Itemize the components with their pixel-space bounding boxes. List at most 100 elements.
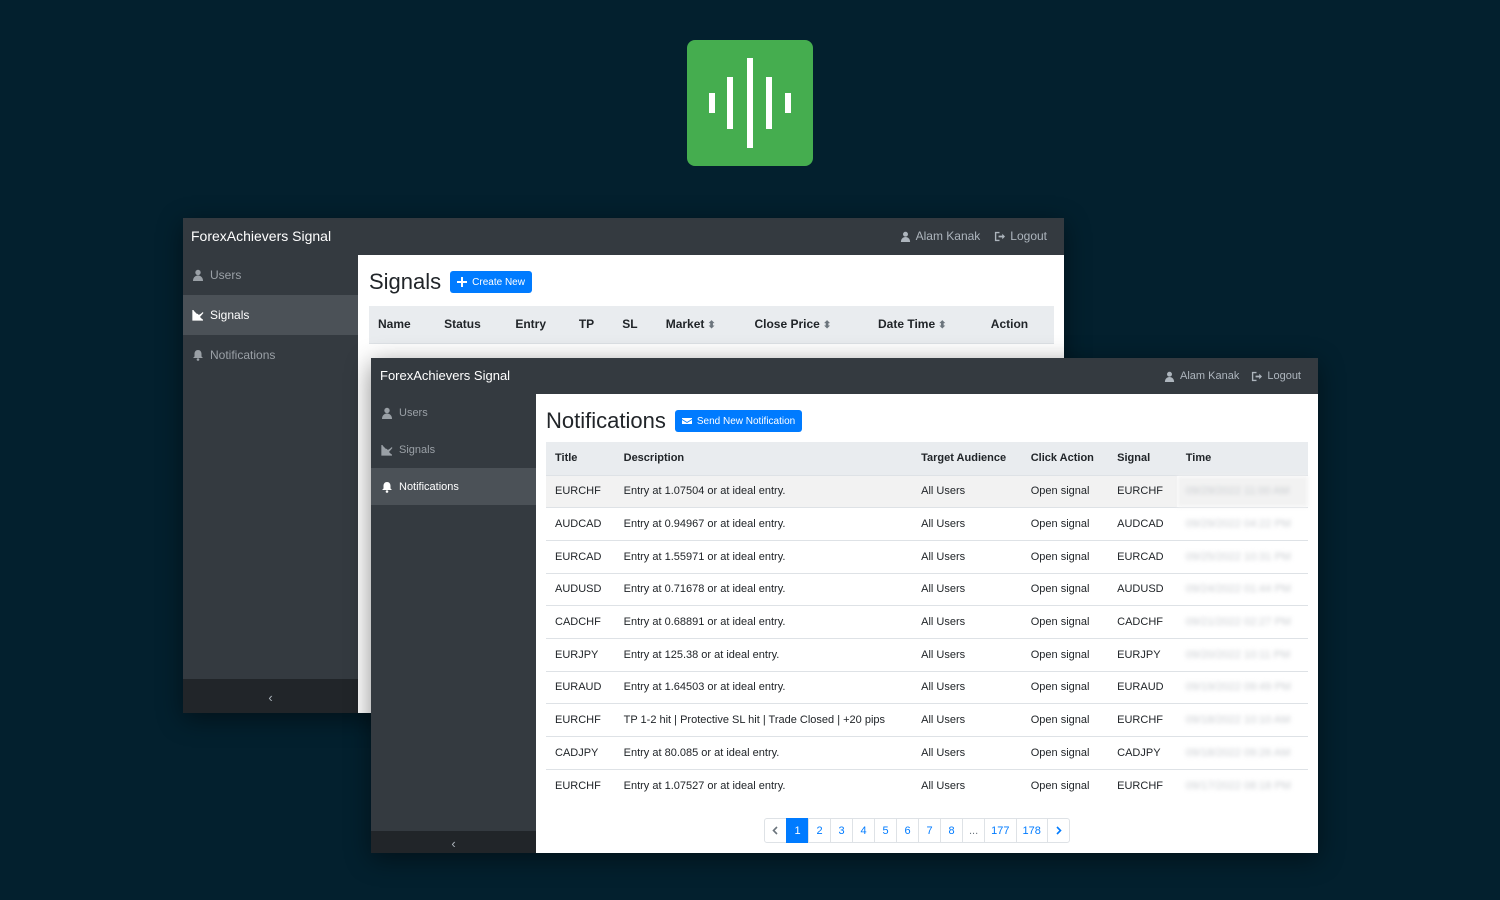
page-button[interactable]: 6 — [896, 818, 919, 843]
next-page-button[interactable] — [1046, 818, 1070, 843]
cell-signal: EURCAD — [1108, 539, 1177, 574]
chevron-left-icon — [772, 826, 778, 835]
sort-icon: ⬍ — [707, 320, 716, 332]
page-button[interactable]: 4 — [852, 818, 875, 843]
page-button[interactable]: 7 — [918, 818, 941, 843]
sidebar-item-notifications[interactable]: Notifications — [183, 335, 358, 375]
logout-link[interactable]: Logout — [994, 218, 1047, 255]
cell-signal: EURAUD — [1108, 670, 1177, 704]
sidebar-item-notifications[interactable]: Notifications — [371, 468, 536, 505]
user-icon — [1164, 371, 1175, 382]
logout-icon — [1252, 371, 1263, 381]
cell-signal: CADCHF — [1108, 605, 1177, 639]
cell-description: Entry at 1.55971 or at ideal entry. — [614, 539, 913, 574]
bell-icon — [193, 350, 203, 361]
column-header: Action — [981, 306, 1054, 343]
cell-title: EURCHF — [546, 474, 615, 508]
column-header: Description — [614, 442, 913, 475]
sidebar-item-signals[interactable]: Signals — [183, 295, 358, 335]
cell-time: 09/17/2022 08:18 PM — [1176, 768, 1308, 802]
cell-signal: CADJPY — [1108, 736, 1177, 770]
cell-title: EURCHF — [546, 703, 615, 737]
brand[interactable]: ForexAchievers Signal — [380, 358, 510, 394]
cell-action: Open signal — [1021, 703, 1109, 737]
column-header-sortable[interactable]: Market ⬍ — [656, 306, 746, 343]
sidebar-item-signals[interactable]: Signals — [371, 431, 536, 468]
brand[interactable]: ForexAchievers Signal — [191, 218, 331, 255]
column-header: Name — [369, 306, 436, 343]
sidebar: Users Signals Notifications ‹ — [183, 255, 358, 713]
page-button[interactable]: 177 — [984, 818, 1017, 843]
cell-title: EURCHF — [546, 768, 615, 802]
cell-action: Open signal — [1021, 572, 1109, 606]
page-button[interactable]: 178 — [1015, 818, 1048, 843]
table-row[interactable]: AUDUSD Entry at 0.71678 or at ideal entry… — [546, 572, 1308, 606]
cell-title: CADJPY — [546, 736, 615, 770]
column-header-sortable[interactable]: Close Price ⬍ — [745, 306, 869, 343]
cell-signal: AUDUSD — [1108, 572, 1177, 606]
cell-time: 09/24/2022 01:44 PM — [1176, 572, 1308, 606]
navbar: ForexAchievers Signal Alam Kanak Logout — [183, 218, 1064, 255]
logout-link[interactable]: Logout — [1251, 358, 1301, 394]
page-button[interactable]: 5 — [874, 818, 897, 843]
chart-line-icon — [381, 444, 393, 456]
chart-line-icon — [192, 310, 204, 321]
user-menu[interactable]: Alam Kanak — [1164, 358, 1239, 394]
app-logo — [687, 40, 813, 166]
table-row[interactable]: EURJPY Entry at 125.38 or at ideal entry.… — [546, 637, 1308, 672]
send-notification-button[interactable]: Send New Notification — [674, 410, 803, 432]
cell-audience: All Users — [912, 768, 1022, 802]
cell-description: Entry at 0.68891 or at ideal entry. — [614, 605, 913, 639]
user-icon — [193, 269, 203, 281]
create-new-button[interactable]: Create New — [450, 271, 532, 293]
sidebar-collapse-button[interactable]: ‹ — [183, 679, 358, 713]
sidebar-item-label: Notifications — [210, 348, 276, 362]
table-header-row: Title Description Target Audience Click … — [546, 442, 1308, 475]
column-header: Target Audience — [912, 442, 1022, 475]
page-button[interactable]: 8 — [940, 818, 963, 843]
table-row[interactable]: EURAUD Entry at 1.64503 or at ideal entry… — [546, 670, 1308, 704]
table-row[interactable]: CADJPY Entry at 80.085 or at ideal entry.… — [546, 736, 1308, 770]
column-header: Status — [435, 306, 507, 343]
cell-title: CADCHF — [546, 605, 615, 639]
table-row[interactable]: EURCAD Entry at 1.55971 or at ideal entry… — [546, 539, 1308, 574]
page-button[interactable]: 3 — [830, 818, 853, 843]
table-row[interactable]: AUDCAD Entry at 0.94967 or at ideal entry… — [546, 507, 1308, 541]
cell-title: EURAUD — [546, 670, 615, 704]
sidebar: Users Signals Notifications ‹ — [371, 394, 536, 853]
column-header: SL — [613, 306, 657, 343]
table-row[interactable]: EURCHF Entry at 1.07504 or at ideal entry… — [546, 474, 1308, 508]
prev-page-button[interactable] — [764, 818, 787, 843]
sort-icon: ⬍ — [938, 320, 947, 332]
column-header: Signal — [1108, 442, 1177, 475]
chevron-right-icon — [1056, 826, 1062, 835]
sidebar-item-label: Signals — [210, 308, 250, 322]
page-button[interactable]: 1 — [786, 818, 809, 843]
notifications-table: Title Description Target Audience Click … — [546, 442, 1308, 802]
column-header: Time — [1176, 442, 1308, 475]
cell-action: Open signal — [1021, 474, 1109, 508]
sort-icon: ⬍ — [822, 320, 832, 332]
column-header-sortable[interactable]: Date Time ⬍ — [868, 306, 982, 343]
cell-description: Entry at 1.07504 or at ideal entry. — [614, 474, 913, 508]
page-button[interactable]: 2 — [808, 818, 831, 843]
cell-audience: All Users — [912, 736, 1022, 770]
page-title: Notifications — [546, 408, 666, 433]
table-row[interactable]: CADCHF Entry at 0.68891 or at ideal entry… — [546, 605, 1308, 639]
sidebar-item-users[interactable]: Users — [183, 255, 358, 295]
table-row[interactable]: EURCHF Entry at 1.07527 or at ideal entry… — [546, 768, 1308, 802]
cell-description: Entry at 80.085 or at ideal entry. — [614, 736, 913, 770]
column-header: Title — [546, 442, 615, 475]
cell-action: Open signal — [1021, 605, 1109, 639]
cell-action: Open signal — [1021, 670, 1109, 704]
sidebar-item-users[interactable]: Users — [371, 394, 536, 431]
cell-description: Entry at 1.07527 or at ideal entry. — [614, 768, 913, 802]
cell-time: 09/19/2022 09:49 PM — [1176, 670, 1308, 704]
cell-time: 09/29/2022 11:00 AM — [1176, 474, 1308, 508]
user-menu[interactable]: Alam Kanak — [900, 218, 980, 255]
sidebar-collapse-button[interactable]: ‹ — [371, 831, 536, 853]
page-ellipsis: ... — [962, 818, 986, 843]
cell-audience: All Users — [912, 703, 1022, 737]
table-row[interactable]: EURCHF TP 1-2 hit | Protective SL hit | T… — [546, 703, 1308, 737]
cell-time: 09/18/2022 09:26 AM — [1176, 736, 1308, 770]
